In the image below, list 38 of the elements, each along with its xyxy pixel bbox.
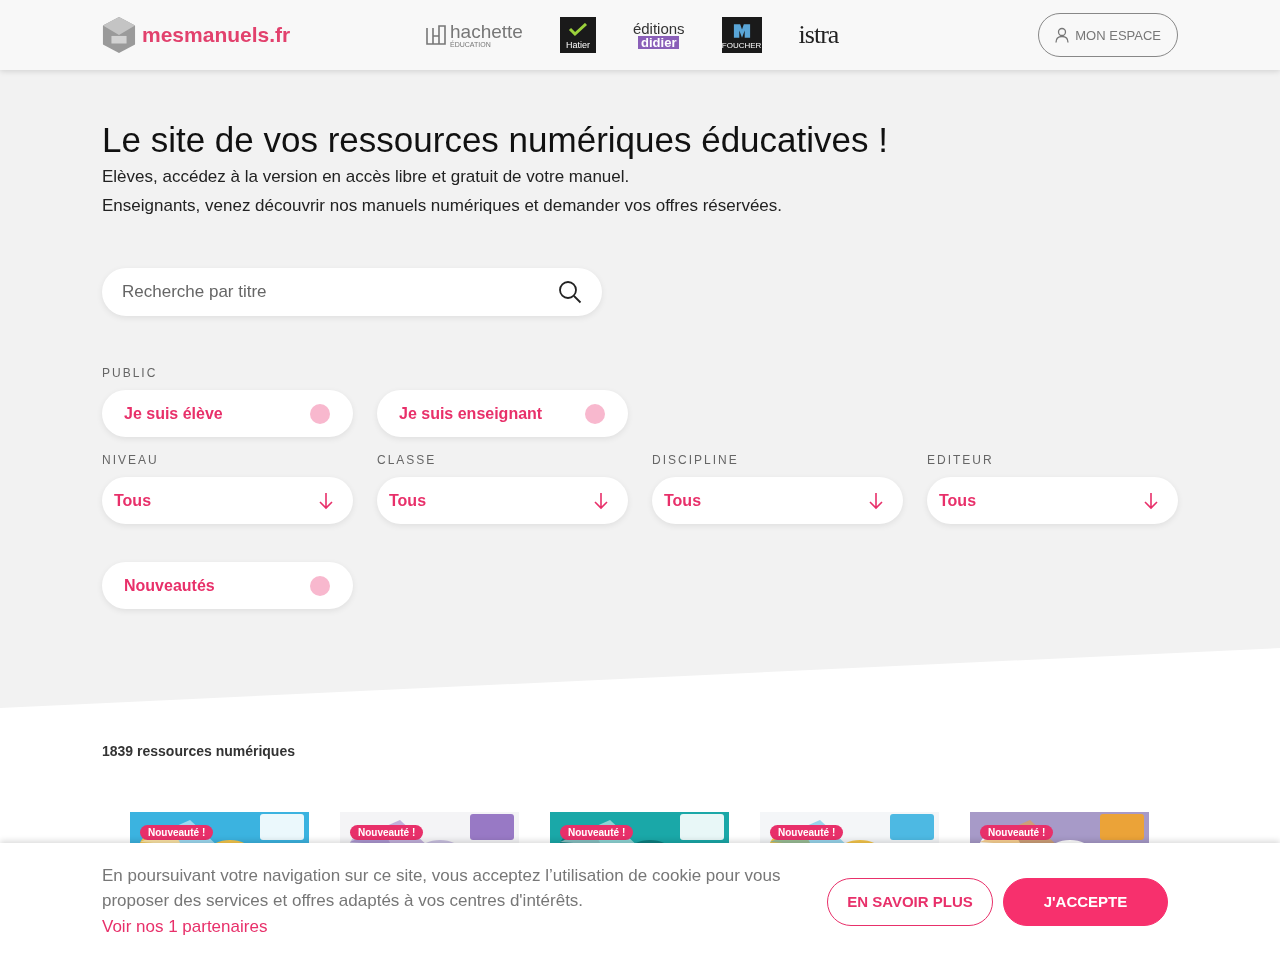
user-icon	[1055, 27, 1070, 43]
site-logo[interactable]: mesmanuels.fr	[142, 23, 291, 47]
cookie-notice: En poursuivant votre navigation sur ce site, vous acceptez l’utilisation de cookie pour vous proposer des services et offres adaptés à vos centres d'intérêts.	[102, 865, 782, 912]
publisher-logo[interactable]: istra	[798, 20, 839, 50]
dropdown[interactable]: Tous	[377, 477, 628, 524]
filter-label: PUBLIC	[102, 366, 159, 380]
arrow-down-icon	[869, 491, 883, 510]
toggle-switch[interactable]: Je suis enseignant	[377, 390, 628, 437]
search-icon[interactable]	[558, 280, 582, 304]
results-count: 1839 ressources numériques	[102, 743, 296, 759]
new-badge: Nouveauté !	[140, 825, 214, 840]
page-title: Le site de vos ressources numériques éducatives !	[102, 119, 889, 161]
intro-text: Elèves, accédez à la version en accès libre et gratuit de votre manuel.	[102, 166, 631, 188]
new-badge: Nouveauté !	[980, 825, 1054, 840]
dropdown[interactable]: Tous	[927, 477, 1178, 524]
new-badge: Nouveauté !	[770, 825, 844, 840]
publisher-logo[interactable]: Hatier	[559, 17, 596, 53]
arrow-down-icon	[594, 491, 608, 510]
publisher-logo[interactable]: FOUCHER	[721, 17, 762, 53]
toggle-switch[interactable]: Je suis élève	[102, 390, 353, 437]
filter-label: NIVEAU	[102, 453, 160, 467]
accept-button[interactable]: J'ACCEPTE	[1003, 877, 1168, 926]
logo-icon	[102, 16, 136, 54]
search-field[interactable]: Recherche par titre	[102, 268, 602, 316]
intro-text: Enseignants, venez découvrir nos manuels numériques et demander vos offres réservées.	[102, 195, 784, 217]
arrow-down-icon	[1144, 491, 1158, 510]
dropdown[interactable]: Tous	[652, 477, 903, 524]
arrow-down-icon	[319, 491, 333, 510]
partners-link[interactable]: Voir nos 1 partenaires	[102, 917, 268, 936]
dropdown[interactable]: Tous	[102, 477, 353, 524]
filter-label: EDITEUR	[927, 453, 995, 467]
new-badge: Nouveauté !	[560, 825, 634, 840]
new-badge: Nouveauté !	[350, 825, 424, 840]
filter-label: DISCIPLINE	[652, 453, 740, 467]
filter-label: CLASSE	[377, 453, 438, 467]
learn-more-button[interactable]: EN SAVOIR PLUS	[827, 877, 993, 926]
toggle-switch[interactable]: Nouveautés	[102, 562, 353, 609]
publisher-logo[interactable]: éditions didier	[632, 21, 685, 49]
